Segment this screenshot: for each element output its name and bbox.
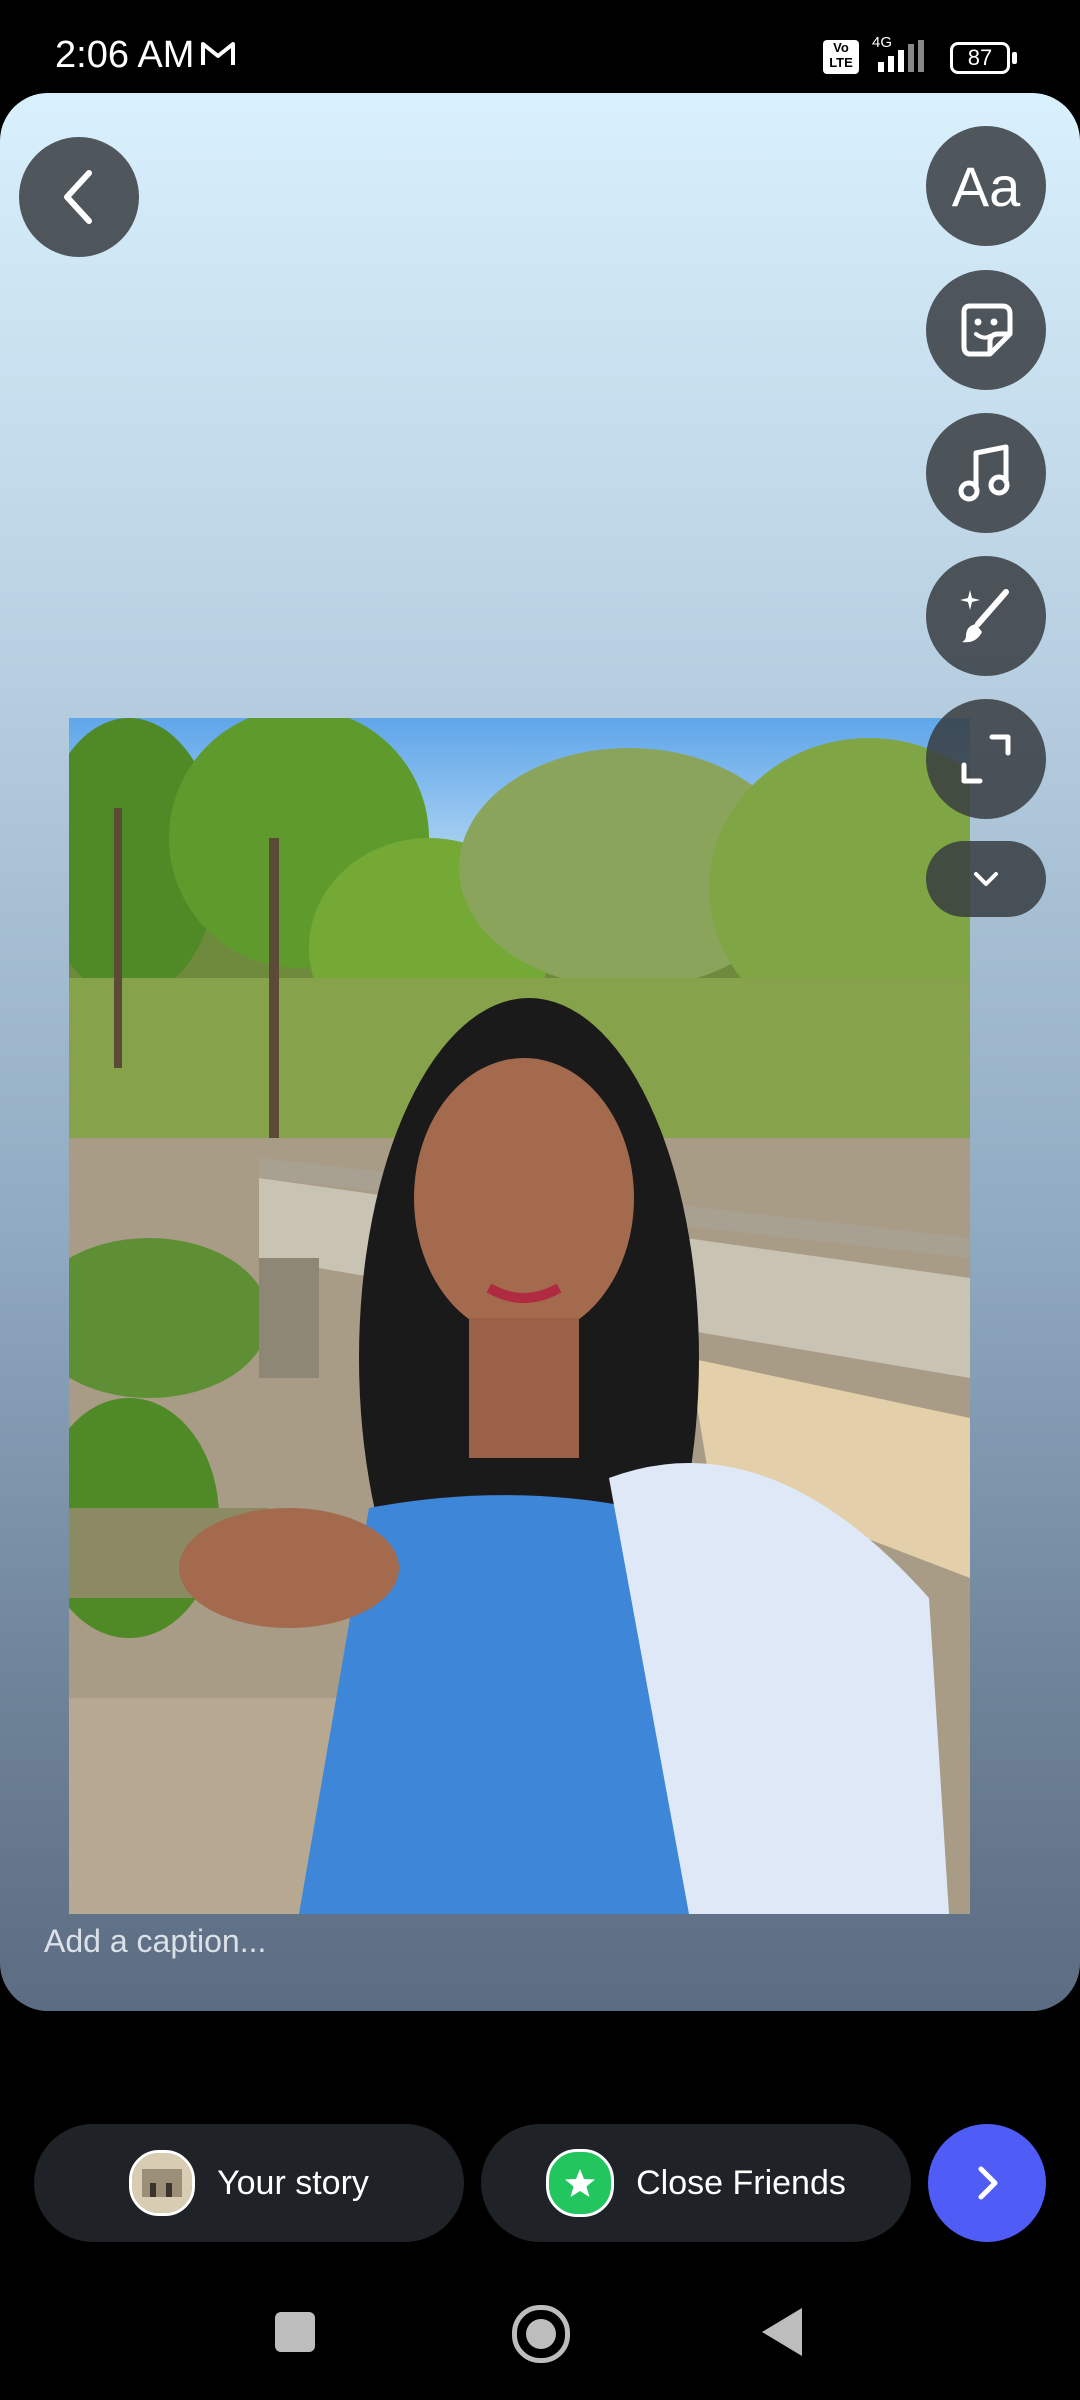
- status-time: 2:06 AM: [55, 34, 195, 76]
- photo-image: [69, 718, 970, 1914]
- recents-nav-button[interactable]: [275, 2312, 315, 2352]
- next-button[interactable]: [928, 2124, 1046, 2242]
- music-button[interactable]: [926, 413, 1046, 533]
- signal-strength-icon: [878, 40, 924, 72]
- text-tool-button[interactable]: Aa: [926, 126, 1046, 246]
- sticker-icon: [961, 303, 1013, 357]
- text-tool-label: Aa: [951, 154, 1021, 218]
- home-nav-button[interactable]: [512, 2305, 570, 2363]
- back-button[interactable]: [19, 137, 139, 257]
- avatar: [129, 2150, 196, 2216]
- caption-input[interactable]: Add a caption...: [44, 1923, 266, 1960]
- close-friends-button[interactable]: Close Friends: [481, 2124, 911, 2242]
- volte-icon: Vo LTE: [823, 40, 859, 74]
- more-tools-button[interactable]: [926, 841, 1046, 917]
- close-friends-label: Close Friends: [636, 2163, 846, 2202]
- story-photo[interactable]: [69, 718, 970, 1914]
- story-canvas: Add a caption... Aa: [0, 93, 1080, 2011]
- your-story-label: Your story: [217, 2163, 369, 2202]
- draw-button[interactable]: [926, 556, 1046, 676]
- chevron-down-icon: [974, 872, 998, 886]
- chevron-right-icon: [978, 2166, 998, 2200]
- expand-button[interactable]: [926, 699, 1046, 819]
- music-note-icon: [958, 444, 1010, 502]
- gmail-notification-icon: [201, 42, 235, 65]
- star-icon: [546, 2149, 615, 2217]
- chevron-left-icon: [64, 170, 92, 224]
- back-nav-button[interactable]: [762, 2308, 802, 2356]
- battery-indicator: 87: [950, 42, 1017, 74]
- expand-icon: [961, 734, 1011, 784]
- your-story-button[interactable]: Your story: [34, 2124, 464, 2242]
- status-bar: 2:06 AM Vo LTE 4G 87: [0, 0, 1080, 90]
- sticker-button[interactable]: [926, 270, 1046, 390]
- magic-brush-icon: [960, 589, 1009, 643]
